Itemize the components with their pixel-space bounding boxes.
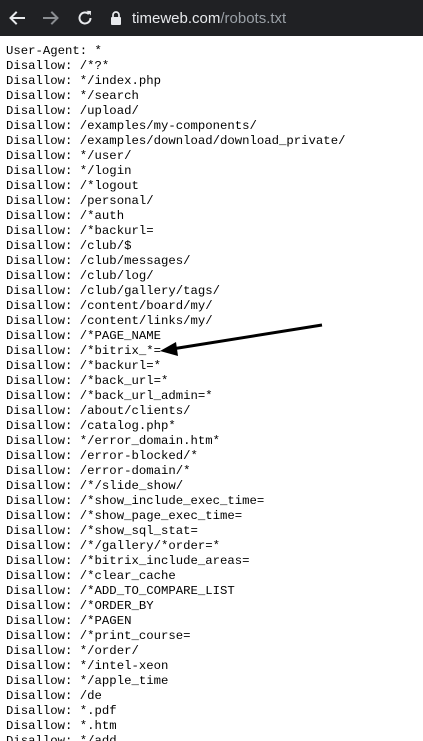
robots-line: Disallow: /about/clients/ (6, 404, 191, 418)
arrow-left-icon (9, 11, 25, 25)
robots-line: Disallow: /personal/ (6, 194, 154, 208)
robots-line: Disallow: /examples/my-components/ (6, 119, 257, 133)
arrow-right-icon (43, 11, 59, 25)
robots-line: Disallow: */index.php (6, 74, 161, 88)
robots-line: Disallow: /*print_course= (6, 629, 191, 643)
robots-line: User-Agent: * (6, 44, 102, 58)
robots-line: Disallow: */error_domain.htm* (6, 434, 221, 448)
robots-line: Disallow: /content/links/my/ (6, 314, 213, 328)
robots-line: Disallow: /*?* (6, 59, 110, 73)
page-content: User-Agent: * Disallow: /*?* Disallow: */i… (0, 36, 423, 741)
url-text[interactable]: timeweb.com/robots.txt (132, 10, 286, 27)
back-button[interactable] (6, 7, 28, 29)
robots-line: Disallow: */order/ (6, 644, 139, 658)
robots-line: Disallow: /club/log/ (6, 269, 154, 283)
url-host: timeweb.com (132, 9, 221, 27)
robots-line: Disallow: /*bitrix_*= (6, 344, 161, 358)
robots-line: Disallow: /*ADD_TO_COMPARE_LIST (6, 584, 235, 598)
robots-line: Disallow: /examples/download/download_pr… (6, 134, 346, 148)
robots-line: Disallow: /*auth (6, 209, 125, 223)
robots-line: Disallow: /club/messages/ (6, 254, 191, 268)
robots-line: Disallow: /*ORDER_BY (6, 599, 154, 613)
lock-icon[interactable] (110, 11, 122, 25)
robots-line: Disallow: /de (6, 689, 102, 703)
robots-line: Disallow: /*logout (6, 179, 139, 193)
url-path: /robots.txt (220, 9, 287, 27)
robots-line: Disallow: *.pdf (6, 704, 117, 718)
robots-txt-body: User-Agent: * Disallow: /*?* Disallow: */i… (0, 36, 423, 741)
reload-icon (78, 10, 92, 25)
robots-line: Disallow: /*/slide_show/ (6, 479, 184, 493)
robots-line: Disallow: */apple_time (6, 674, 169, 688)
robots-line: Disallow: /*show_sql_stat= (6, 524, 198, 538)
robots-line: Disallow: */login (6, 164, 132, 178)
robots-line: Disallow: */search (6, 89, 139, 103)
browser-toolbar: timeweb.com/robots.txt (0, 0, 423, 36)
robots-line: Disallow: */intel-xeon (6, 659, 169, 673)
robots-line: Disallow: /*back_url=* (6, 374, 169, 388)
robots-line: Disallow: */add (6, 734, 117, 741)
robots-line: Disallow: /club/gallery/tags/ (6, 284, 221, 298)
robots-line: Disallow: /catalog.php* (6, 419, 176, 433)
robots-line: Disallow: /*bitrix_include_areas= (6, 554, 250, 568)
reload-button[interactable] (74, 7, 96, 29)
robots-line: Disallow: /*PAGE_NAME (6, 329, 161, 343)
robots-line: Disallow: /upload/ (6, 104, 139, 118)
robots-line: Disallow: /*show_page_exec_time= (6, 509, 243, 523)
robots-line: Disallow: /*clear_cache (6, 569, 176, 583)
robots-line: Disallow: /*backurl=* (6, 359, 161, 373)
robots-line: Disallow: */user/ (6, 149, 132, 163)
robots-line: Disallow: /*back_url_admin=* (6, 389, 213, 403)
robots-line: Disallow: /club/$ (6, 239, 132, 253)
robots-line: Disallow: /error-blocked/* (6, 449, 198, 463)
robots-line: Disallow: /*PAGEN (6, 614, 132, 628)
forward-button[interactable] (40, 7, 62, 29)
robots-line: Disallow: /content/board/my/ (6, 299, 213, 313)
robots-line: Disallow: /*show_include_exec_time= (6, 494, 265, 508)
robots-line: Disallow: /*backurl= (6, 224, 154, 238)
robots-line: Disallow: /error-domain/* (6, 464, 191, 478)
robots-line: Disallow: /*/gallery/*order=* (6, 539, 221, 553)
address-bar[interactable]: timeweb.com/robots.txt (110, 3, 286, 33)
robots-line: Disallow: *.htm (6, 719, 117, 733)
